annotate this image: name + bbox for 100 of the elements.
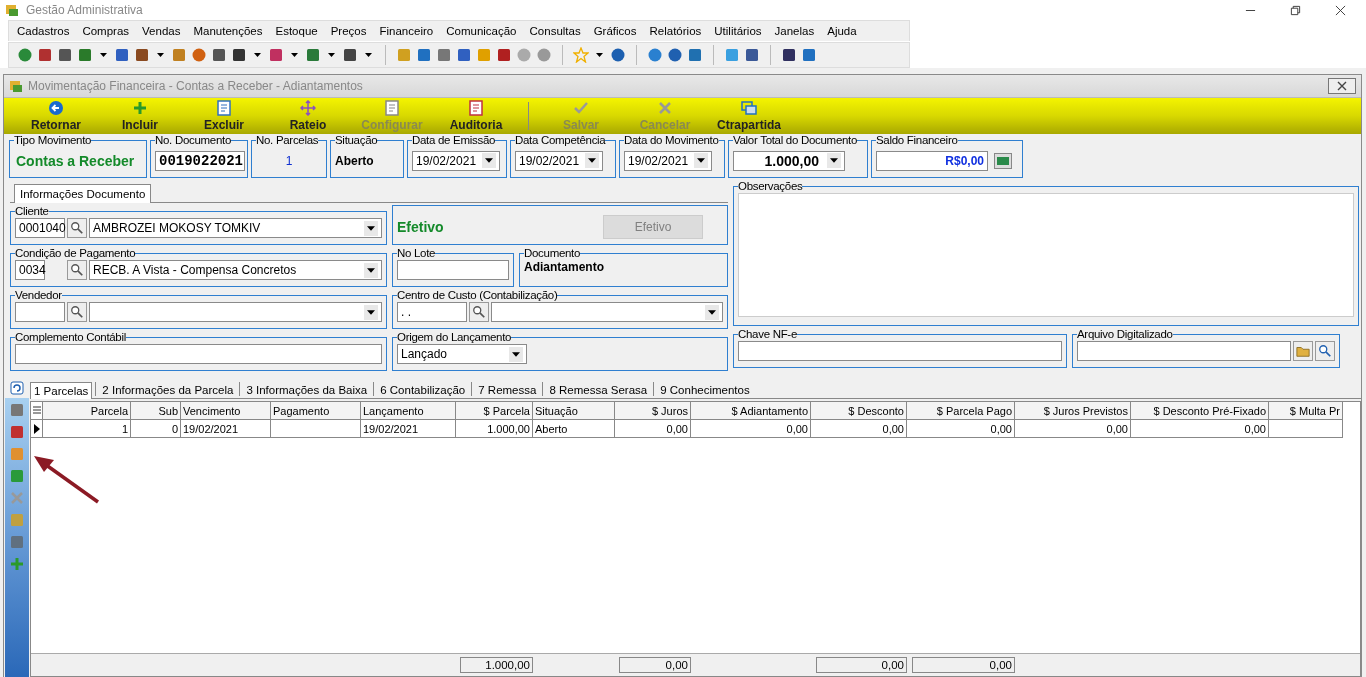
cost-center-select[interactable] [491, 302, 723, 322]
menu-item[interactable]: Estoque [275, 25, 318, 37]
menu-item[interactable]: Cadastros [17, 25, 70, 37]
text-field[interactable] [738, 341, 1062, 361]
cost-center-field[interactable]: . . [397, 302, 467, 322]
amount-field[interactable]: 1.000,00 [733, 150, 845, 171]
search-button[interactable] [67, 218, 87, 238]
check-icon [573, 100, 589, 116]
toolbar-button[interactable]: Excluir [182, 98, 266, 134]
search-button[interactable] [469, 302, 489, 322]
search-icon [70, 305, 84, 319]
column-header[interactable]: $ Desconto Pré-Fixado [1131, 402, 1269, 420]
status-text: Aberto [335, 153, 374, 168]
restore-icon[interactable] [1290, 4, 1301, 16]
text-field[interactable] [1077, 341, 1291, 361]
code-field[interactable]: 0001040 [15, 218, 65, 238]
table-cell: 19/02/2021 [361, 420, 456, 438]
search-button[interactable] [67, 260, 87, 280]
column-header[interactable]: $ Multa Pr [1269, 402, 1343, 420]
menu-item[interactable]: Vendas [142, 25, 181, 37]
column-header[interactable]: Pagamento [271, 402, 361, 420]
menu-item[interactable]: Compras [82, 25, 130, 37]
column-header[interactable]: Situação [533, 402, 615, 420]
date-field[interactable]: 19/02/2021 [624, 150, 712, 171]
close-button[interactable] [1328, 78, 1356, 94]
column-header[interactable]: Sub [131, 402, 181, 420]
caret-icon[interactable] [254, 53, 261, 57]
toolbar-button[interactable]: Ctrapartida [707, 98, 791, 134]
group-label: Arquivo Digitalizado [1077, 328, 1173, 341]
origin-select[interactable]: Lançado [397, 344, 527, 364]
tab[interactable]: 8 Remessa Serasa [546, 382, 651, 398]
close-icon [1337, 81, 1347, 91]
menu-item[interactable]: Comunicação [446, 25, 517, 37]
caret-icon[interactable] [596, 53, 603, 57]
column-header[interactable]: $ Adiantamento [691, 402, 811, 420]
menu-item[interactable]: Manutenções [193, 25, 263, 37]
toolbar-button[interactable]: Rateio [266, 98, 350, 134]
caret-icon[interactable] [291, 53, 298, 57]
text-field[interactable] [15, 344, 382, 364]
toolbar-button[interactable]: Incluir [98, 98, 182, 134]
tab[interactable]: 2 Informações da Parcela [99, 382, 237, 398]
column-header[interactable]: $ Juros Previstos [1015, 402, 1131, 420]
tab[interactable]: 6 Contabilização [377, 382, 469, 398]
caret-icon[interactable] [328, 53, 335, 57]
menu-item[interactable]: Financeiro [379, 25, 434, 37]
column-header[interactable]: Vencimento [181, 402, 271, 420]
menu-item[interactable]: Preços [330, 25, 367, 37]
x-icon [657, 100, 673, 116]
caret-icon[interactable] [157, 53, 164, 57]
windows-icon [741, 100, 757, 116]
menu-item[interactable]: Gráficos [593, 25, 637, 37]
column-header[interactable]: Lançamento [361, 402, 456, 420]
group-label: No Lote [397, 247, 436, 260]
caret-icon[interactable] [100, 53, 107, 57]
close-icon[interactable] [1335, 4, 1346, 16]
menu-item[interactable]: Ajuda [827, 25, 857, 37]
total-field: 0,00 [815, 657, 907, 673]
menu-item[interactable]: Utilitários [714, 25, 762, 37]
group-label: Observações [738, 180, 803, 193]
group-label: Valor Total do Documento [733, 134, 858, 147]
table-cell: 0,00 [1015, 420, 1131, 438]
toolbar-button[interactable]: Auditoria [434, 98, 518, 134]
seller-select[interactable] [89, 302, 382, 322]
column-header[interactable]: $ Parcela [456, 402, 533, 420]
text-field[interactable]: 0019022021 [155, 150, 245, 171]
menu-item[interactable]: Relatórios [649, 25, 702, 37]
tab[interactable]: 9 Conhecimentos [657, 382, 753, 398]
plus-icon [132, 100, 148, 116]
folder-button[interactable] [1293, 341, 1313, 361]
search-button[interactable] [67, 302, 87, 322]
payment-select[interactable]: RECB. A Vista - Compensa Concretos [89, 260, 382, 280]
date-field[interactable]: 19/02/2021 [412, 150, 500, 171]
code-field[interactable]: 0034 [15, 260, 45, 280]
column-header[interactable]: $ Desconto [811, 402, 907, 420]
view-button[interactable] [1315, 341, 1335, 361]
column-header[interactable]: $ Parcela Pago [907, 402, 1015, 420]
tab[interactable]: 3 Informações da Baixa [243, 382, 371, 398]
menu-item[interactable]: Janelas [774, 25, 815, 37]
code-field[interactable] [15, 302, 65, 322]
client-select[interactable]: AMBROZEI MOKOSY TOMKIV [89, 218, 382, 238]
table-cell: 19/02/2021 [181, 420, 271, 438]
caret-icon [694, 153, 708, 168]
column-header[interactable]: $ Juros [615, 402, 691, 420]
star-icon[interactable] [573, 47, 589, 63]
search-icon [1318, 344, 1332, 358]
group-label: Centro de Custo (Contabilização) [397, 289, 558, 302]
search-icon [472, 305, 486, 319]
text-field[interactable] [397, 260, 509, 280]
tab[interactable]: 7 Remessa [475, 382, 540, 398]
tab[interactable]: Informações Documento [14, 184, 152, 203]
tab[interactable]: 1 Parcelas [30, 382, 93, 399]
arrows-icon [300, 100, 316, 116]
window-logo-icon [8, 78, 24, 94]
menu-item[interactable]: Consultas [529, 25, 581, 37]
date-field[interactable]: 19/02/2021 [515, 150, 603, 171]
notes-field[interactable] [738, 193, 1354, 317]
table-cell: 0,00 [907, 420, 1015, 438]
caret-icon[interactable] [365, 53, 372, 57]
toolbar-button[interactable]: Retornar [14, 98, 98, 134]
column-header[interactable]: Parcela [43, 402, 131, 420]
